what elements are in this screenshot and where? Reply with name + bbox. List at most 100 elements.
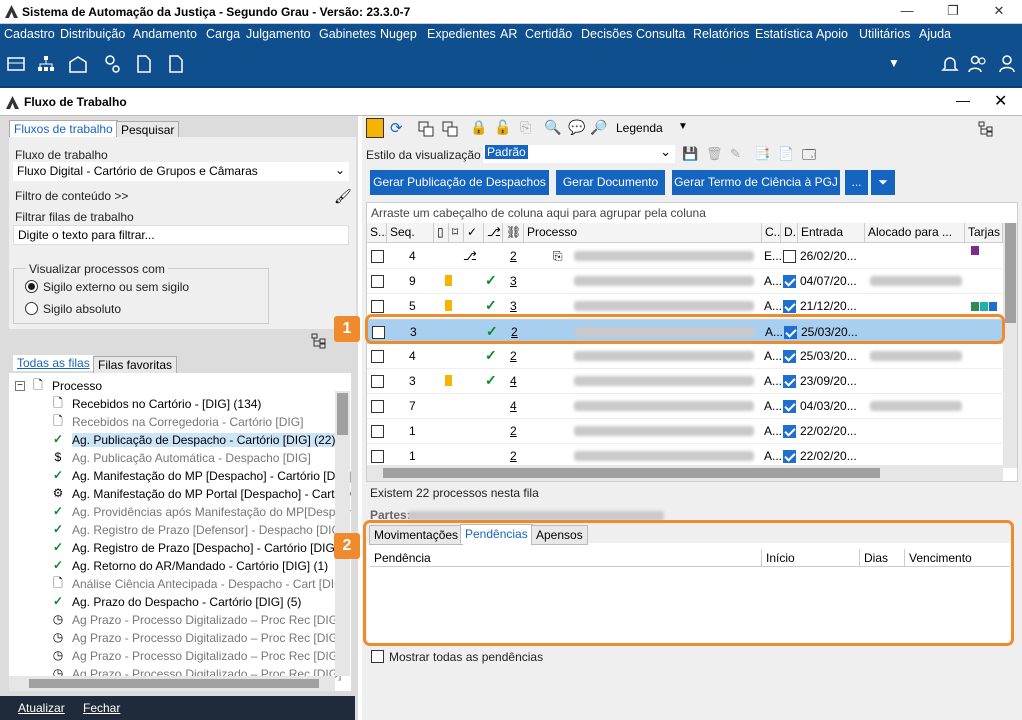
col-bookmark[interactable]: ▯: [434, 223, 449, 243]
scroll-thumb[interactable]: [337, 393, 348, 435]
row-select-checkbox[interactable]: [371, 350, 384, 363]
scroll-thumb[interactable]: [29, 679, 319, 688]
search-plus-icon[interactable]: 🔎: [590, 119, 607, 136]
copy-icon[interactable]: [418, 121, 434, 137]
more-button[interactable]: ...: [845, 170, 868, 195]
users-icon[interactable]: [968, 54, 988, 74]
attach-icon[interactable]: ⎘: [520, 119, 531, 136]
col-entry[interactable]: Entrada: [798, 223, 865, 243]
close-button[interactable]: Fechar: [83, 701, 120, 715]
col-check[interactable]: ✓: [464, 223, 484, 243]
distribution-icon[interactable]: [36, 54, 56, 74]
col-link[interactable]: ⛓: [503, 223, 524, 243]
row-select-checkbox[interactable]: [371, 375, 384, 388]
row-select-checkbox[interactable]: [371, 425, 384, 438]
row-count-link[interactable]: 2: [510, 424, 517, 438]
tab-all-queues[interactable]: Todas as filas: [13, 355, 94, 371]
collapse-icon[interactable]: −: [15, 381, 25, 391]
view-style-select[interactable]: Padrão ⌄: [483, 144, 675, 163]
refresh-button[interactable]: Atualizar: [18, 701, 65, 715]
refresh-icon[interactable]: ⟳: [390, 119, 403, 137]
row-select-checkbox[interactable]: [371, 450, 384, 463]
generate-document-button[interactable]: Gerar Documento: [556, 170, 665, 195]
grid-horizontal-scrollbar[interactable]: [367, 465, 1003, 481]
search-icon[interactable]: 🔍: [544, 119, 561, 136]
menu-item-14[interactable]: Apoio: [816, 27, 848, 41]
col-d[interactable]: D...: [781, 223, 798, 243]
generate-pgj-term-button[interactable]: Gerar Termo de Ciência à PGJ: [672, 170, 840, 195]
tree-view-icon[interactable]: [978, 121, 994, 137]
radio-external-secrecy[interactable]: [25, 280, 38, 293]
menu-item-2[interactable]: Andamento: [133, 27, 197, 41]
col-tags[interactable]: Tarjas: [965, 223, 1003, 243]
col-allocated[interactable]: Alocado para ...: [865, 223, 965, 243]
row-count-link[interactable]: 2: [510, 349, 517, 363]
menu-item-11[interactable]: Consulta: [636, 27, 685, 41]
row-select-checkbox[interactable]: [371, 250, 384, 263]
grid-settings-icon[interactable]: 🗔: [802, 146, 816, 168]
close-icon[interactable]: ✕: [976, 0, 1022, 24]
menu-item-5[interactable]: Gabinetes: [319, 27, 376, 41]
row-d-checkbox[interactable]: [783, 450, 796, 463]
user-settings-icon[interactable]: [102, 54, 122, 74]
edit-icon[interactable]: ✎: [730, 146, 741, 162]
register-icon[interactable]: [6, 54, 26, 74]
table-row[interactable]: 7 4 A... 04/03/20...: [367, 394, 1003, 419]
delete-icon[interactable]: 🗑: [706, 146, 723, 162]
row-d-checkbox[interactable]: [783, 250, 796, 263]
menu-item-7[interactable]: Expedientes: [427, 27, 496, 41]
lock-icon[interactable]: 🔒: [470, 119, 487, 136]
row-count-link[interactable]: 2: [510, 249, 517, 263]
tree-horizontal-scrollbar[interactable]: [9, 676, 335, 691]
row-select-checkbox[interactable]: [371, 275, 384, 288]
row-d-checkbox[interactable]: [783, 400, 796, 413]
menu-item-8[interactable]: AR: [500, 27, 517, 41]
menu-item-4[interactable]: Julgamento: [246, 27, 311, 41]
radio-absolute-secrecy[interactable]: [25, 302, 38, 315]
menu-item-16[interactable]: Ajuda: [919, 27, 951, 41]
menu-item-10[interactable]: Decisões: [581, 27, 632, 41]
table-row[interactable]: 4 ✓ 2 A... 25/03/20...: [367, 344, 1003, 369]
document-lock-icon[interactable]: [134, 54, 154, 74]
menu-item-12[interactable]: Relatórios: [693, 27, 749, 41]
table-row[interactable]: 4 ⎇ ⎘ 2 E... 26/02/20...: [367, 244, 1003, 269]
row-d-checkbox[interactable]: [783, 425, 796, 438]
copy-alt-icon[interactable]: [442, 121, 458, 137]
table-row[interactable]: 1 2 A... 22/02/20...: [367, 419, 1003, 444]
row-select-checkbox[interactable]: [371, 400, 384, 413]
queue-filter-input[interactable]: Digite o texto para filtrar...: [13, 225, 349, 245]
table-row[interactable]: 9 ✓ 3 A... 04/07/20...: [367, 269, 1003, 294]
dropdown-icon[interactable]: ▼: [888, 56, 908, 76]
bookmark-toggle-icon[interactable]: [366, 118, 384, 138]
row-count-link[interactable]: 3: [510, 274, 517, 288]
close-panel-icon[interactable]: ✕: [994, 91, 1007, 111]
collapse-toolbar-icon[interactable]: ⏷: [871, 170, 895, 195]
show-all-pending-checkbox[interactable]: [371, 650, 384, 663]
restore-icon[interactable]: ❐: [930, 0, 976, 24]
brush-icon[interactable]: 🖌: [334, 188, 352, 205]
col-tree[interactable]: ⎇: [484, 223, 503, 243]
menu-item-0[interactable]: Cadastro: [4, 27, 55, 41]
legend-caret-icon[interactable]: ▼: [678, 121, 688, 132]
row-d-checkbox[interactable]: [783, 375, 796, 388]
menu-item-13[interactable]: Estatística: [755, 27, 813, 41]
col-c[interactable]: C...: [762, 223, 781, 243]
col-status[interactable]: S...: [367, 223, 387, 243]
unlock-icon[interactable]: 🔓: [494, 119, 511, 136]
save-icon[interactable]: 💾: [682, 146, 698, 162]
list-icon[interactable]: 📄: [778, 146, 794, 162]
menu-item-15[interactable]: Utilitários: [859, 27, 910, 41]
tab-workflows[interactable]: Fluxos de trabalho: [9, 120, 118, 138]
flow-select[interactable]: Fluxo Digital - Cartório de Grupos e Câm…: [13, 162, 349, 181]
building-icon[interactable]: [68, 54, 88, 74]
col-process[interactable]: Processo: [524, 223, 762, 243]
legend-button[interactable]: Legenda: [616, 121, 663, 135]
export-icon[interactable]: 📑: [754, 146, 770, 162]
col-filter[interactable]: ⌑: [449, 223, 464, 243]
row-d-checkbox[interactable]: [783, 275, 796, 288]
row-count-link[interactable]: 4: [510, 399, 517, 413]
col-seq[interactable]: Seq.: [387, 223, 434, 243]
row-d-checkbox[interactable]: [783, 300, 796, 313]
row-count-link[interactable]: 3: [510, 299, 517, 313]
document-r-icon[interactable]: [166, 54, 186, 74]
